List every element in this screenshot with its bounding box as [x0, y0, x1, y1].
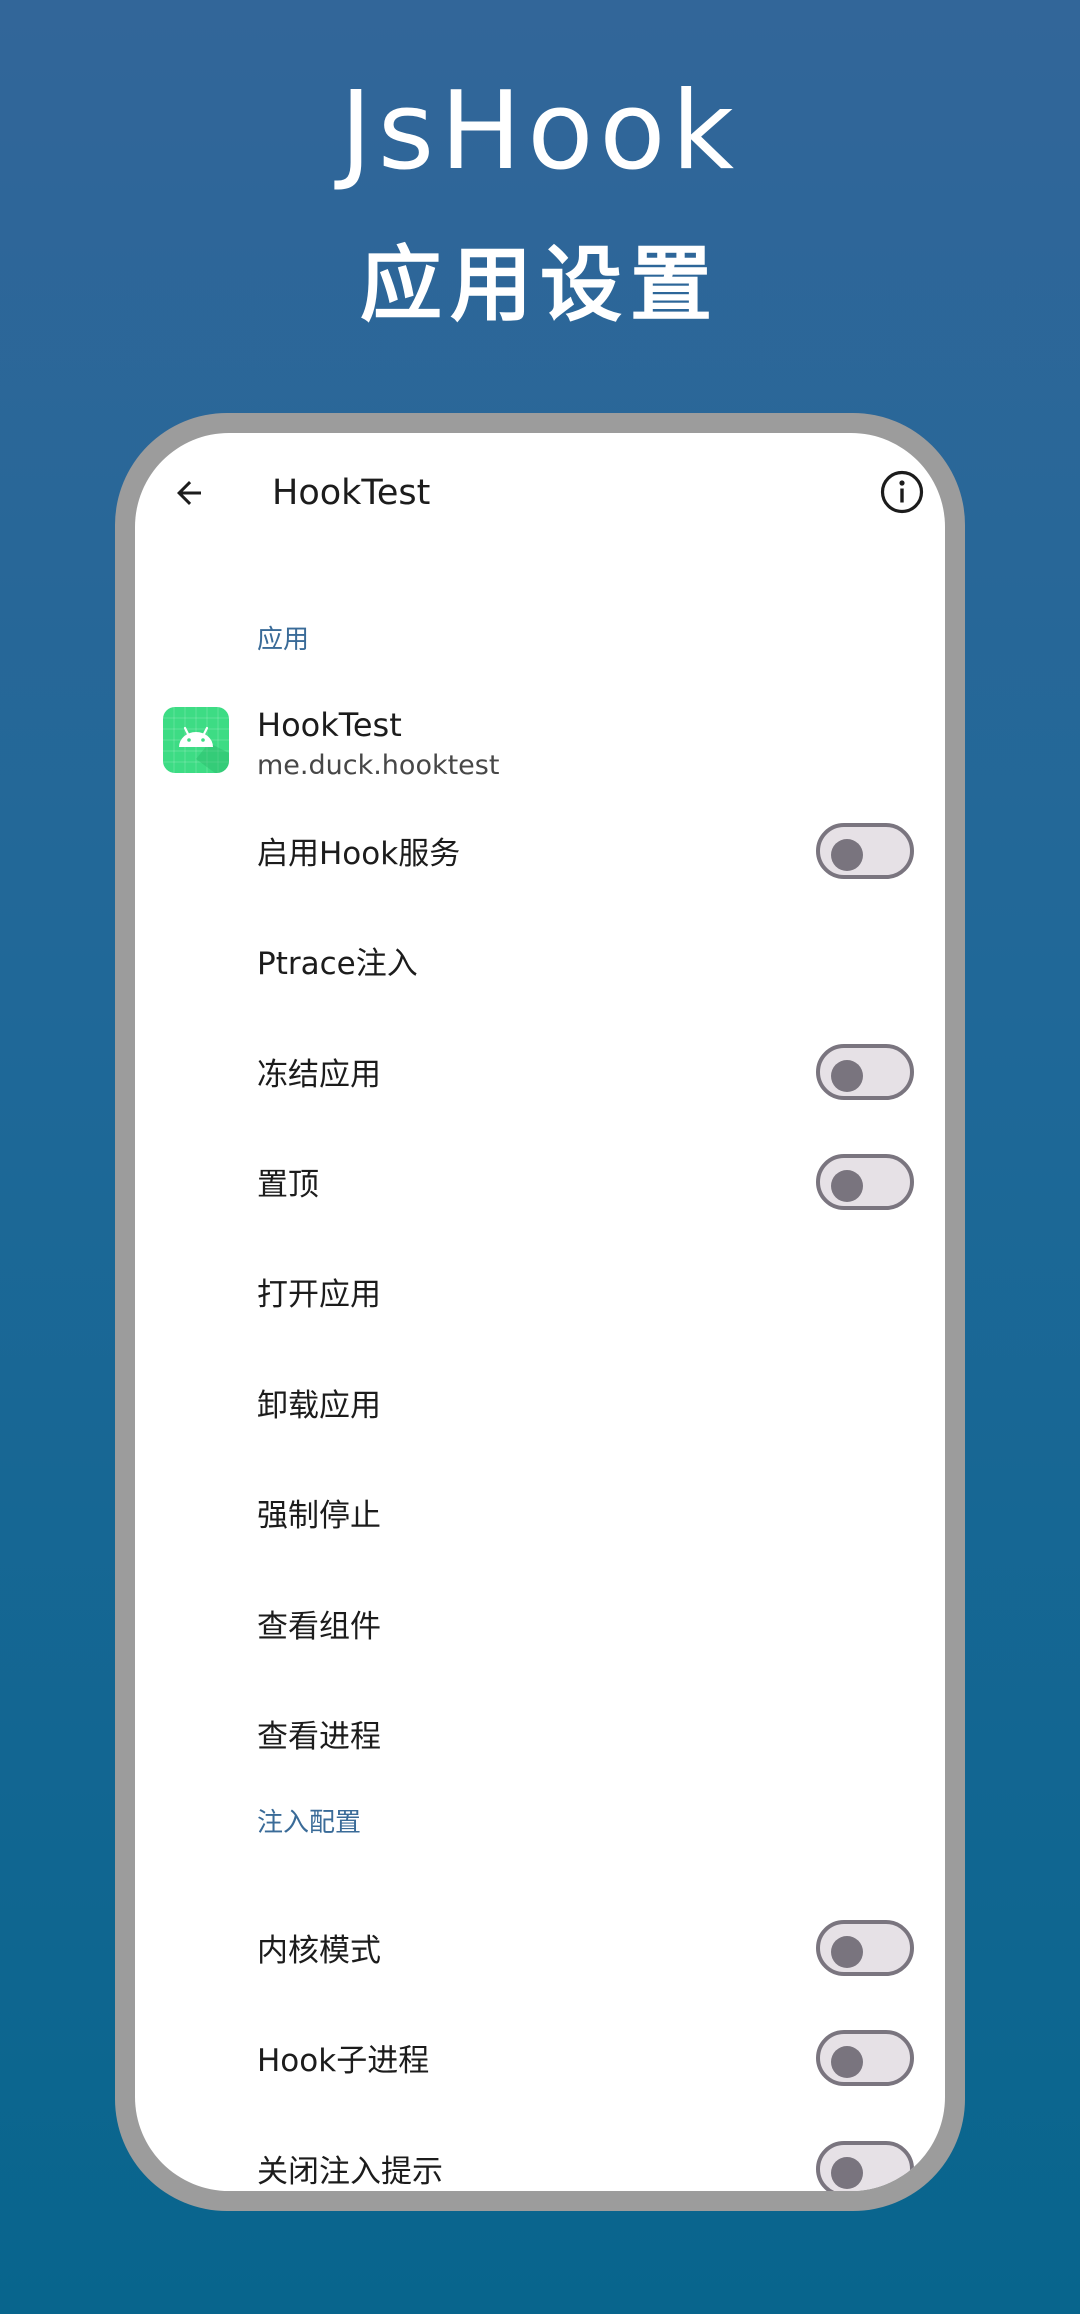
switch-thumb [831, 1060, 863, 1092]
pin-top-switch[interactable] [816, 1154, 914, 1210]
pref-view-components[interactable]: 查看组件 [135, 1571, 945, 1681]
pref-label: Hook子进程 [257, 2043, 430, 2079]
pref-force-stop[interactable]: 强制停止 [135, 1460, 945, 1570]
pref-label: 查看组件 [257, 1609, 381, 1645]
pref-enable-hook-service[interactable]: 启用Hook服务 [135, 798, 945, 908]
pref-label: 冻结应用 [257, 1057, 381, 1093]
promo-subtitle: 应用设置 [359, 238, 720, 333]
pref-hook-child-process[interactable]: Hook子进程 [135, 2005, 945, 2115]
promo-title: JsHook [339, 69, 741, 194]
top-app-bar: HookTest [135, 433, 945, 553]
freeze-app-switch[interactable] [816, 1044, 914, 1100]
back-button[interactable] [163, 467, 215, 519]
phone-frame: HookTest 应用 HookTest me.duck.hooktest 启用… [115, 413, 965, 2211]
enable-hook-switch[interactable] [816, 823, 914, 879]
section-header-app: 应用 [257, 625, 310, 655]
pref-label: 关闭注入提示 [257, 2154, 443, 2190]
pref-view-processes[interactable]: 查看进程 [135, 1681, 945, 1791]
close-inject-tip-switch[interactable] [816, 2141, 914, 2191]
switch-thumb [831, 839, 863, 871]
pref-freeze-app[interactable]: 冻结应用 [135, 1019, 945, 1129]
app-info-row[interactable]: HookTest me.duck.hooktest [135, 691, 945, 791]
pref-label: 查看进程 [257, 1719, 381, 1755]
pref-open-app[interactable]: 打开应用 [135, 1239, 945, 1349]
pref-ptrace-inject[interactable]: Ptrace注入 [135, 908, 945, 1018]
switch-thumb [831, 1170, 863, 1202]
switch-thumb [831, 2046, 863, 2078]
section-header-inject-config: 注入配置 [257, 1808, 362, 1838]
hook-child-process-switch[interactable] [816, 2030, 914, 2086]
pref-uninstall-app[interactable]: 卸载应用 [135, 1350, 945, 1460]
arrow-back-icon [177, 481, 201, 505]
pref-label: 卸载应用 [257, 1388, 381, 1424]
info-icon [880, 470, 924, 514]
android-app-icon [163, 707, 229, 773]
app-package-name: me.duck.hooktest [257, 750, 500, 781]
pref-label: 强制停止 [257, 1498, 381, 1534]
switch-thumb [831, 1936, 863, 1968]
kernel-mode-switch[interactable] [816, 1920, 914, 1976]
pref-label: 打开应用 [257, 1277, 381, 1313]
pref-close-inject-tip[interactable]: 关闭注入提示 [135, 2116, 945, 2191]
pref-label: Ptrace注入 [257, 946, 418, 982]
switch-thumb [831, 2157, 863, 2189]
app-settings-screen: HookTest 应用 HookTest me.duck.hooktest 启用… [135, 433, 945, 2191]
pref-label: 内核模式 [257, 1933, 381, 1969]
pref-pin-top[interactable]: 置顶 [135, 1129, 945, 1239]
info-button[interactable] [879, 469, 925, 515]
app-name: HookTest [257, 706, 402, 744]
pref-kernel-mode[interactable]: 内核模式 [135, 1895, 945, 2005]
pref-label: 置顶 [257, 1167, 319, 1203]
pref-label: 启用Hook服务 [257, 836, 461, 872]
toolbar-title: HookTest [272, 473, 431, 513]
